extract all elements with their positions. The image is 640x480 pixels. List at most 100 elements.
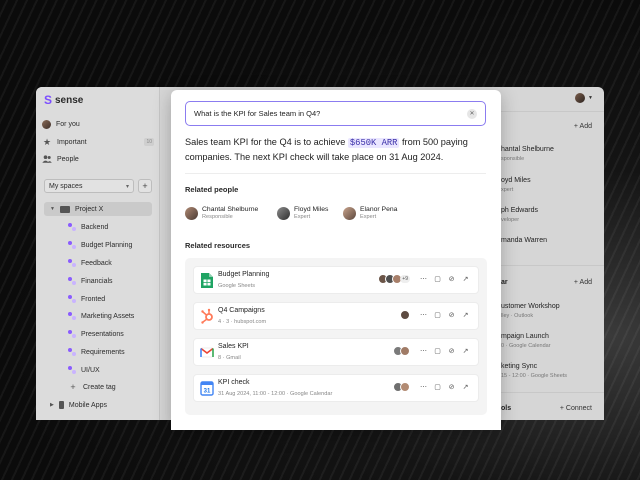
comment-icon[interactable]: ▢ bbox=[433, 311, 442, 320]
open-external-icon[interactable]: ↗ bbox=[461, 383, 470, 392]
divider bbox=[185, 173, 486, 174]
tree-item-label: Feedback bbox=[81, 259, 112, 267]
link-icon[interactable]: ⊘ bbox=[447, 347, 456, 356]
connect-button[interactable]: + Connect bbox=[560, 405, 592, 412]
person-name[interactable]: hantal Shelburne bbox=[501, 146, 554, 153]
tree-item-label: Financials bbox=[81, 277, 113, 285]
person-role: Expert bbox=[294, 214, 311, 220]
avatar-stack[interactable] bbox=[393, 382, 410, 392]
tree-item-mobile-apps[interactable]: ▶ Mobile Apps bbox=[50, 398, 107, 412]
resource-meta: 31 Aug 2024, 11:00 - 12:00 · Google Cale… bbox=[218, 391, 333, 397]
add-event-button[interactable]: + Add bbox=[574, 279, 592, 286]
resource-card[interactable]: 31 KPI check 31 Aug 2024, 11:00 - 12:00 … bbox=[193, 374, 479, 402]
event-name[interactable]: mpaign Launch bbox=[501, 333, 549, 340]
resource-card[interactable]: Sales KPI 8 · Gmail ⋯ ▢ ⊘ ↗ bbox=[193, 338, 479, 366]
more-icon[interactable]: ⋯ bbox=[419, 347, 428, 356]
caret-right-icon[interactable]: ▶ bbox=[50, 402, 54, 408]
resources-list: Budget Planning Google Sheets +9 ⋯ ▢ ⊘ ↗… bbox=[185, 258, 487, 415]
person-name[interactable]: manda Warren bbox=[501, 237, 547, 244]
search-input[interactable] bbox=[194, 109, 467, 118]
star-icon: ★ bbox=[42, 136, 52, 147]
phone-icon bbox=[58, 401, 64, 409]
tree-item-tag[interactable]: UI/UX bbox=[68, 363, 100, 377]
tree-item-label: Backend bbox=[81, 223, 109, 231]
app-logo[interactable]: S sense bbox=[44, 94, 84, 106]
event-name[interactable]: keting Sync bbox=[501, 363, 537, 370]
resource-actions: +9 ⋯ ▢ ⊘ ↗ bbox=[378, 274, 470, 284]
tree-item-tag[interactable]: Marketing Assets bbox=[68, 309, 134, 323]
avatar-stack[interactable]: +9 bbox=[378, 274, 410, 284]
comment-icon[interactable]: ▢ bbox=[433, 275, 442, 284]
sidebar: S sense For you ★ Important 10 People My… bbox=[36, 87, 160, 420]
tag-icon bbox=[68, 277, 76, 285]
close-icon[interactable]: ✕ bbox=[467, 108, 477, 119]
tree-item-label: Fronted bbox=[81, 295, 106, 303]
spaces-select[interactable]: My spaces ▾ bbox=[44, 179, 134, 193]
tree-item-label: Mobile Apps bbox=[68, 401, 107, 409]
related-person[interactable]: Floyd Miles Expert bbox=[277, 206, 328, 221]
sidebar-item-label: For you bbox=[56, 120, 80, 128]
tree-item-project[interactable]: ▼ Project X bbox=[44, 202, 152, 216]
avatar-stack[interactable] bbox=[400, 310, 410, 320]
comment-icon[interactable]: ▢ bbox=[433, 383, 442, 392]
resource-card[interactable]: Q4 Campaigns 4 · 3 · hubspot.com ⋯ ▢ ⊘ ↗ bbox=[193, 302, 479, 330]
section-label: ar bbox=[501, 279, 508, 286]
comment-icon[interactable]: ▢ bbox=[433, 347, 442, 356]
sidebar-item-important[interactable]: ★ Important 10 bbox=[42, 135, 154, 149]
sidebar-item-label: Important bbox=[57, 138, 87, 146]
tag-icon bbox=[68, 295, 76, 303]
person-name: Elanor Pena bbox=[360, 206, 398, 213]
more-icon[interactable]: ⋯ bbox=[419, 275, 428, 284]
resource-title: Sales KPI bbox=[218, 343, 249, 350]
person-name[interactable]: oyd Miles bbox=[501, 177, 531, 184]
add-space-button[interactable]: + bbox=[138, 179, 152, 193]
event-meta: 15 - 12:00 · Google Sheets bbox=[501, 373, 568, 379]
resource-actions: ⋯ ▢ ⊘ ↗ bbox=[393, 382, 470, 392]
create-tag-button[interactable]: + Create tag bbox=[68, 380, 116, 394]
open-external-icon[interactable]: ↗ bbox=[461, 311, 470, 320]
event-name[interactable]: ustomer Workshop bbox=[501, 303, 560, 310]
avatar bbox=[277, 207, 290, 220]
open-external-icon[interactable]: ↗ bbox=[461, 275, 470, 284]
tree-item-tag[interactable]: Presentations bbox=[68, 327, 124, 341]
google-sheets-icon bbox=[200, 272, 214, 289]
add-person-button[interactable]: + Add bbox=[574, 123, 592, 130]
tree-item-tag[interactable]: Financials bbox=[68, 274, 113, 288]
caret-down-icon[interactable]: ▼ bbox=[50, 206, 55, 212]
resource-actions: ⋯ ▢ ⊘ ↗ bbox=[400, 310, 470, 320]
divider bbox=[501, 392, 604, 393]
create-tag-label: Create tag bbox=[83, 383, 116, 391]
resource-card[interactable]: Budget Planning Google Sheets +9 ⋯ ▢ ⊘ ↗ bbox=[193, 266, 479, 294]
sidebar-item-people[interactable]: People bbox=[42, 152, 154, 166]
more-icon[interactable]: ⋯ bbox=[419, 383, 428, 392]
link-icon[interactable]: ⊘ bbox=[447, 383, 456, 392]
tree-item-label: Budget Planning bbox=[81, 241, 133, 249]
related-person[interactable]: Elanor Pena Expert bbox=[343, 206, 397, 221]
link-icon[interactable]: ⊘ bbox=[447, 275, 456, 284]
gmail-icon bbox=[200, 344, 214, 361]
folder-icon bbox=[59, 205, 70, 213]
sidebar-item-for-you[interactable]: For you bbox=[42, 117, 154, 131]
tag-icon bbox=[68, 223, 76, 231]
profile-avatar[interactable] bbox=[575, 93, 585, 103]
link-icon[interactable]: ⊘ bbox=[447, 311, 456, 320]
tree-item-label: UI/UX bbox=[81, 366, 100, 374]
related-person[interactable]: Chantal Shelburne Responsible bbox=[185, 206, 258, 221]
person-name[interactable]: ph Edwards bbox=[501, 207, 538, 214]
more-icon[interactable]: ⋯ bbox=[419, 311, 428, 320]
tree-item-tag[interactable]: Backend bbox=[68, 220, 108, 234]
tree-item-tag[interactable]: Feedback bbox=[68, 256, 112, 270]
tree-item-tag[interactable]: Requirements bbox=[68, 345, 125, 359]
tree-item-tag[interactable]: Fronted bbox=[68, 292, 105, 306]
tree-item-tag[interactable]: Budget Planning bbox=[68, 238, 132, 252]
plus-icon: + bbox=[70, 382, 76, 392]
people-icon bbox=[42, 154, 52, 164]
resource-title: KPI check bbox=[218, 379, 250, 386]
hubspot-icon bbox=[200, 308, 214, 325]
avatar bbox=[185, 207, 198, 220]
logo-text: sense bbox=[55, 95, 84, 106]
avatar-stack[interactable] bbox=[393, 346, 410, 356]
chevron-down-icon[interactable]: ▼ bbox=[588, 95, 593, 101]
person-role: veloper bbox=[501, 217, 520, 223]
open-external-icon[interactable]: ↗ bbox=[461, 347, 470, 356]
